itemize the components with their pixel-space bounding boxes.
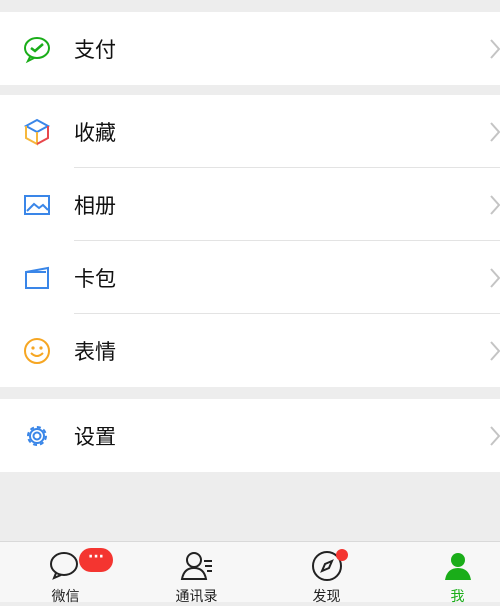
menu-item-cards[interactable]: 卡包 xyxy=(0,241,500,314)
gear-icon xyxy=(22,421,52,451)
menu-label-settings: 设置 xyxy=(74,424,116,449)
menu-item-settings[interactable]: 设置 xyxy=(0,399,500,472)
chevron-right-icon xyxy=(488,36,500,62)
pay-group: 支付 xyxy=(0,12,500,85)
smiley-icon xyxy=(22,336,52,366)
discover-dot-badge xyxy=(336,549,348,561)
wallet-card-icon xyxy=(22,263,52,293)
chevron-right-icon xyxy=(488,265,500,291)
menu-item-favorites[interactable]: 收藏 xyxy=(0,95,500,168)
tab-contacts[interactable]: 通讯录 xyxy=(134,542,259,605)
bottom-tab-bar: 微信 ··· 通讯录 发现 我 xyxy=(0,541,500,605)
menu-label-favorites: 收藏 xyxy=(74,120,116,145)
person-icon xyxy=(441,549,475,583)
tab-label-me: 我 xyxy=(450,589,465,605)
menu-label-album: 相册 xyxy=(74,193,116,218)
tab-chats[interactable]: 微信 ··· xyxy=(3,542,128,605)
menu-item-stickers[interactable]: 表情 xyxy=(0,314,500,387)
tab-label-contacts: 通讯录 xyxy=(175,589,218,605)
tab-discover[interactable]: 发现 xyxy=(264,542,389,605)
menu-label-pay: 支付 xyxy=(74,37,116,62)
tab-me[interactable]: 我 xyxy=(395,542,500,605)
menu-item-album[interactable]: 相册 xyxy=(0,168,500,241)
menu-item-pay[interactable]: 支付 xyxy=(0,12,500,85)
chevron-right-icon xyxy=(488,119,500,145)
image-icon xyxy=(22,190,52,220)
contacts-icon xyxy=(180,549,214,583)
chevron-right-icon xyxy=(488,192,500,218)
wechat-pay-icon xyxy=(22,34,52,64)
chevron-right-icon xyxy=(488,338,500,364)
chevron-right-icon xyxy=(488,423,500,449)
tab-label-discover: 发现 xyxy=(312,589,341,605)
menu-label-cards: 卡包 xyxy=(74,266,116,291)
unread-badge: ··· xyxy=(79,548,113,572)
features-group: 收藏 相册 卡包 表情 xyxy=(0,95,500,387)
tab-label-chats: 微信 xyxy=(51,589,80,605)
chat-bubble-icon xyxy=(49,549,83,583)
menu-label-stickers: 表情 xyxy=(74,339,116,364)
cube-icon xyxy=(22,117,52,147)
settings-group: 设置 xyxy=(0,399,500,472)
